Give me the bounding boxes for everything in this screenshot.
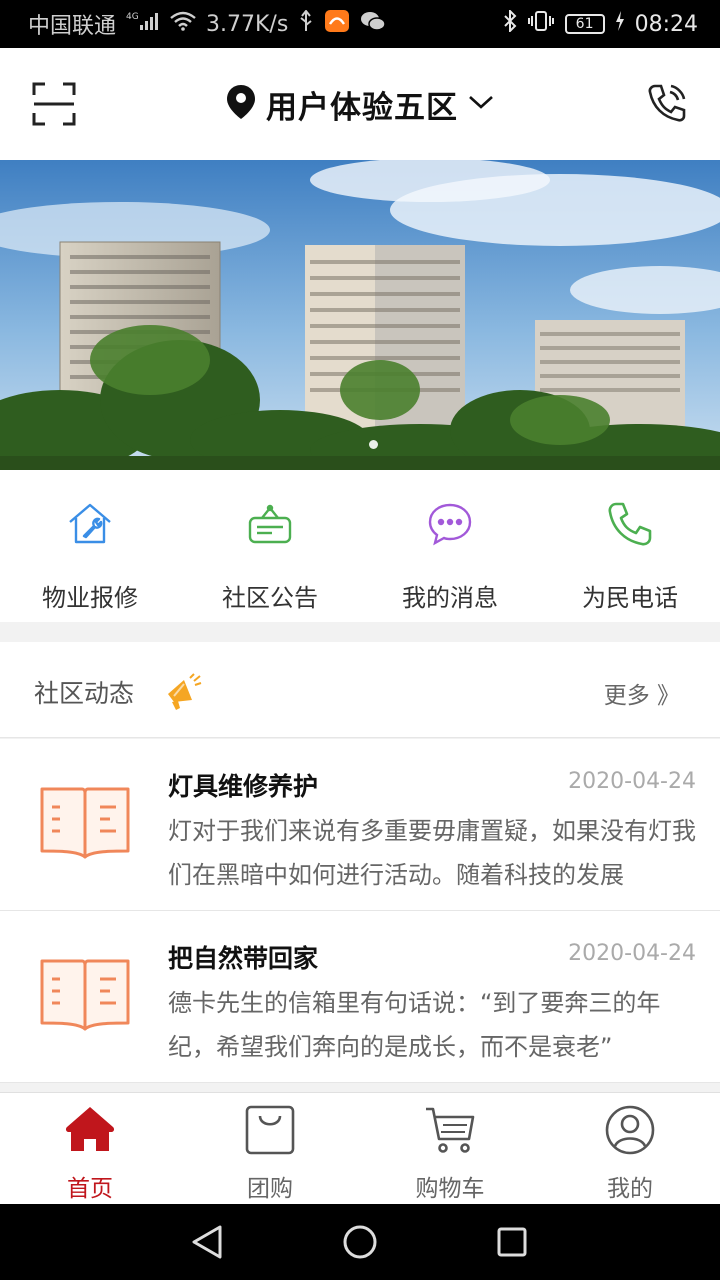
news-date: 2020-04-24 xyxy=(568,941,696,966)
menu-label: 为民电话 xyxy=(582,584,678,612)
tab-home[interactable]: 首页 xyxy=(0,1093,180,1205)
tab-label: 购物车 xyxy=(415,1176,485,1202)
banner-image xyxy=(0,160,720,470)
location-pin-icon xyxy=(226,84,256,124)
system-navigation-bar xyxy=(0,1204,720,1280)
book-icon xyxy=(38,953,132,1035)
house-repair-icon xyxy=(66,500,114,548)
wifi-icon xyxy=(170,11,196,37)
menu-label: 我的消息 xyxy=(402,584,498,612)
battery-level: 61 xyxy=(575,16,594,32)
news-more-link[interactable]: 更多 》 xyxy=(604,676,680,710)
vibrate-icon xyxy=(527,10,555,38)
wechat-icon xyxy=(360,10,387,38)
tab-label: 团购 xyxy=(247,1176,293,1202)
shopping-bag-icon xyxy=(243,1103,297,1157)
network-type-label: 4G xyxy=(126,12,139,22)
carrier-label: 中国联通 xyxy=(28,14,117,39)
news-item[interactable]: 把自然带回家 2020-04-24 德卡先生的信箱里有句话说：“到了要奔三的年纪… xyxy=(0,911,720,1083)
news-item[interactable]: 灯具维修养护 2020-04-24 灯对于我们来说有多重要毋庸置疑，如果没有灯我… xyxy=(0,739,720,911)
quick-menu: 物业报修 社区公告 我的消息 为民电话 xyxy=(0,470,720,622)
cart-icon xyxy=(423,1103,477,1157)
charging-icon xyxy=(615,11,625,37)
news-title: 把自然带回家 xyxy=(168,944,319,973)
menu-community-notice[interactable]: 社区公告 xyxy=(180,470,360,622)
phone-icon xyxy=(606,500,654,548)
chevron-down-icon xyxy=(468,94,494,114)
menu-label: 物业报修 xyxy=(42,584,138,612)
news-summary: 灯对于我们来说有多重要毋庸置疑，如果没有灯我们在黑暗中如何进行活动。随着科技的发… xyxy=(168,817,696,889)
message-bubble-icon xyxy=(426,500,474,548)
status-bar: 中国联通 4G 3.77K/s 61 08:24 xyxy=(0,0,720,48)
tab-label: 我的 xyxy=(607,1176,653,1202)
network-speed: 3.77K/s xyxy=(206,11,289,37)
tab-label: 首页 xyxy=(67,1176,113,1202)
tab-cart[interactable]: 购物车 xyxy=(360,1093,540,1205)
clock: 08:24 xyxy=(634,11,698,37)
news-title: 灯具维修养护 xyxy=(168,772,319,801)
menu-label: 社区公告 xyxy=(222,584,318,612)
news-section-title: 社区动态 xyxy=(34,679,135,708)
bluetooth-icon xyxy=(503,8,517,38)
menu-property-repair[interactable]: 物业报修 xyxy=(0,470,180,622)
home-icon xyxy=(63,1103,117,1157)
news-summary: 德卡先生的信箱里有句话说：“到了要奔三的年纪，希望我们奔向的是成长，而不是衰老” xyxy=(168,989,661,1061)
community-selector[interactable]: 用户体验五区 xyxy=(0,48,720,160)
home-circle-icon[interactable] xyxy=(342,1224,378,1264)
tab-group-buy[interactable]: 团购 xyxy=(180,1093,360,1205)
battery-indicator: 61 xyxy=(564,14,605,34)
usb-icon xyxy=(298,9,314,38)
carousel-indicator[interactable] xyxy=(369,440,378,449)
megaphone-icon xyxy=(164,672,204,712)
back-icon[interactable] xyxy=(190,1224,224,1264)
menu-my-messages[interactable]: 我的消息 xyxy=(360,470,540,622)
signal-icon: 4G xyxy=(126,10,160,38)
app-header: 用户体验五区 xyxy=(0,48,720,160)
banner-carousel[interactable] xyxy=(0,160,720,470)
recents-square-icon[interactable] xyxy=(496,1226,528,1262)
uc-browser-icon xyxy=(324,9,350,39)
community-name: 用户体验五区 xyxy=(266,89,458,126)
menu-hotline[interactable]: 为民电话 xyxy=(540,470,720,622)
book-icon xyxy=(38,781,132,863)
app-screen: 中国联通 4G 3.77K/s 61 08:24 用户体验五区 物业报修 社区公… xyxy=(0,0,720,1280)
news-section-header: 社区动态 更多 》 xyxy=(0,642,720,738)
phone-call-icon[interactable] xyxy=(646,82,688,124)
notice-board-icon xyxy=(246,500,294,548)
user-icon xyxy=(603,1103,657,1157)
tab-profile[interactable]: 我的 xyxy=(540,1093,720,1205)
news-date: 2020-04-24 xyxy=(568,769,696,794)
bottom-tab-bar: 首页 团购 购物车 我的 xyxy=(0,1092,720,1204)
